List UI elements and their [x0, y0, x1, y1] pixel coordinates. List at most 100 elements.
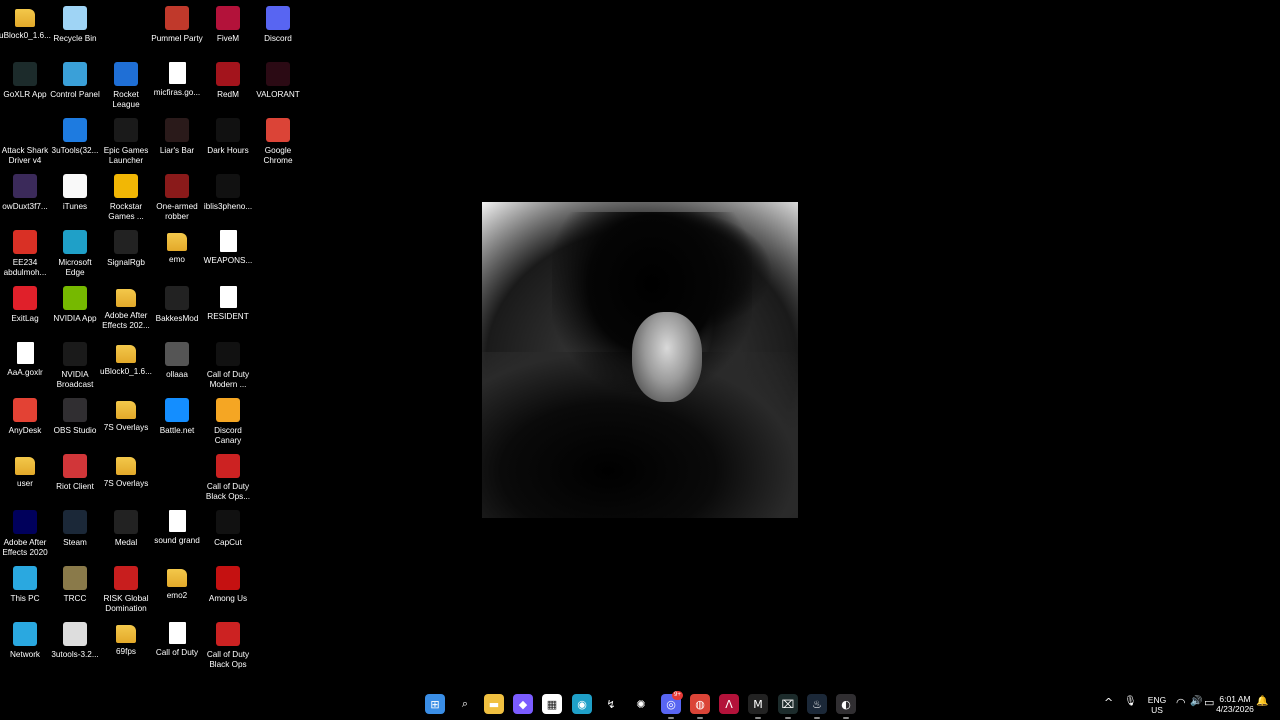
itunes-icon — [63, 174, 87, 198]
desktop-icon[interactable]: This PC — [0, 563, 50, 617]
obs-taskbar-icon[interactable]: ◐ — [836, 694, 856, 719]
desktop-icon[interactable]: Call of Duty — [152, 619, 202, 673]
desktop-icon[interactable]: 7S Overlays — [101, 395, 151, 449]
desktop-icon[interactable]: RedM — [203, 59, 253, 113]
start-button[interactable]: ⊞ — [425, 694, 445, 714]
desktop-icon[interactable]: Control Panel — [50, 59, 100, 113]
folder-icon — [116, 457, 136, 475]
edge-taskbar-icon[interactable]: ◉ — [572, 694, 592, 714]
ai-chat-icon[interactable]: ✺ — [631, 694, 651, 714]
desktop-icon[interactable]: FiveM — [203, 3, 253, 57]
desktop-icon[interactable]: Steam — [50, 507, 100, 561]
desktop-icon[interactable]: 7S Overlays — [101, 451, 151, 505]
file-icon — [16, 342, 34, 364]
desktop-icon[interactable]: NVIDIA Broadcast — [50, 339, 100, 393]
desktop-icon[interactable]: 3utools-3.2... — [50, 619, 100, 673]
desktop-icon[interactable]: emo2 — [152, 563, 202, 617]
desktop-icon-label: 69fps — [115, 647, 137, 656]
microphone-icon[interactable]: 🎙 — [1124, 696, 1137, 707]
taskbar: ^ 🎙 ENG US ◠ 🔊 ▭ 6:01 AM 4/23/2026 🔔 ⊞ ⌕ ▬… — [0, 688, 1280, 720]
desktop-icon[interactable]: Adobe After Effects 2020 — [0, 507, 50, 561]
desktop-icon[interactable]: VALORANT — [253, 59, 303, 113]
desktop-icon[interactable]: sound grand — [152, 507, 202, 561]
desktop-icon[interactable]: Among Us — [203, 563, 253, 617]
desktop-icon[interactable]: Pummel Party — [151, 3, 203, 57]
desktop-icon[interactable]: Dark Hours — [203, 115, 253, 169]
lasso-icon[interactable]: ↯ — [601, 694, 621, 714]
microsoft-store-icon[interactable]: ▦ — [542, 694, 562, 714]
desktop-icon[interactable]: GoXLR App — [0, 59, 50, 113]
desktop-icon-label: RESIDENT — [207, 312, 249, 321]
language-indicator[interactable]: ENG US — [1146, 695, 1168, 715]
medal-taskbar-icon[interactable]: M — [748, 694, 768, 719]
desktop-icon-label: TRCC — [63, 594, 87, 603]
desktop-icon[interactable]: TRCC — [50, 563, 100, 617]
desktop-icon[interactable]: Call of Duty Modern ... — [203, 339, 253, 393]
desktop-icon[interactable]: NVIDIA App — [50, 283, 100, 337]
desktop-icon[interactable]: RESIDENT — [203, 283, 253, 337]
desktop-icon[interactable]: Call of Duty Black Ops... — [203, 451, 253, 505]
wallpaper-image — [482, 202, 798, 518]
desktop-icon[interactable]: Microsoft Edge — [50, 227, 100, 281]
desktop-icon[interactable]: WEAPONS... — [203, 227, 253, 281]
notification-icon[interactable]: 🔔 — [1256, 696, 1268, 707]
desktop-icon[interactable]: AnyDesk — [0, 395, 50, 449]
desktop-icon-label: Rockstar Games ... — [108, 202, 144, 221]
attack-shark-icon — [13, 118, 37, 142]
desktop-icon[interactable]: 3uTools(32... — [50, 115, 100, 169]
clock[interactable]: 6:01 AM 4/23/2026 — [1210, 694, 1260, 714]
desktop-icon[interactable]: RISK Global Domination — [101, 563, 151, 617]
desktop-icon[interactable]: Medal — [101, 507, 151, 561]
desktop-icon[interactable]: Rocket League — [101, 59, 151, 113]
desktop-icon[interactable]: Call of Duty Black Ops — [203, 619, 253, 673]
wifi-icon[interactable]: ◠ — [1176, 696, 1186, 709]
desktop-icon[interactable]: iTunes — [50, 171, 100, 225]
desktop-icon[interactable]: AaA.goxlr — [0, 339, 50, 393]
desktop-icon[interactable]: micfiras.go... — [152, 59, 202, 113]
tray-chevron-icon[interactable]: ^ — [1104, 696, 1113, 709]
goxlr-taskbar-icon[interactable]: ⌧ — [778, 694, 798, 719]
desktop-icon[interactable]: 69fps — [101, 619, 151, 673]
desktop-icon[interactable]: emo — [152, 227, 202, 281]
desktop-icon[interactable]: SignalRgb — [101, 227, 151, 281]
desktop-icon[interactable]: BakkesMod — [152, 283, 202, 337]
desktop-icon[interactable]: EE234 abdulmoh... — [0, 227, 50, 281]
volume-icon[interactable]: 🔊 — [1190, 696, 1202, 707]
desktop-icon[interactable]: Battle.net — [152, 395, 202, 449]
desktop-icon[interactable]: Attack Shark Driver v4 — [0, 115, 50, 169]
desktop-icon-label: uBlock0_1.6... — [100, 367, 152, 376]
desktop-icon[interactable]: Google Chrome — [253, 115, 303, 169]
steam-taskbar-icon[interactable]: ♨ — [807, 694, 827, 719]
desktop-icon[interactable]: Discord — [253, 3, 303, 57]
chrome-taskbar-icon[interactable]: ◍ — [690, 694, 710, 719]
liars-bar-icon — [165, 118, 189, 142]
fivem-taskbar-icon[interactable]: Λ — [719, 694, 739, 714]
desktop-icon[interactable]: Riot Client — [50, 451, 100, 505]
desktop-icon[interactable]: One-armed robber — [152, 171, 202, 225]
desktop-icon-label: emo — [169, 255, 185, 264]
desktop-icon[interactable]: CapCut — [203, 507, 253, 561]
file-explorer-icon[interactable]: ▬ — [484, 694, 504, 714]
riot-client-icon — [63, 454, 87, 478]
nvidia-broadcast-icon — [63, 342, 87, 366]
desktop-icon-label: ExitLag — [11, 314, 39, 323]
desktop-icon[interactable]: iblis3pheno... — [203, 171, 253, 225]
desktop-icon[interactable]: Network — [0, 619, 50, 673]
desktop-icon[interactable]: Epic Games Launcher — [101, 115, 151, 169]
desktop-icon[interactable]: Rockstar Games ... — [101, 171, 151, 225]
desktop-icon[interactable]: ExitLag — [0, 283, 50, 337]
desktop-icon[interactable]: uBlock0_1.6... — [100, 339, 152, 393]
desktop-icon[interactable]: Discord Canary — [203, 395, 253, 449]
copilot-icon[interactable]: ◆ — [513, 694, 533, 714]
desktop-icon[interactable]: Adobe After Effects 202... — [101, 283, 151, 337]
search-icon[interactable]: ⌕ — [455, 694, 475, 714]
desktop-icon[interactable]: OBS Studio — [50, 395, 100, 449]
desktop-icon[interactable]: owDuxt3f7... — [0, 171, 50, 225]
desktop-icon[interactable]: user — [0, 451, 50, 505]
desktop-icon[interactable]: uBlock0_1.6... — [0, 3, 51, 57]
desktop-icon[interactable]: Recycle Bin — [50, 3, 100, 57]
desktop-icon-label: micfiras.go... — [153, 88, 201, 97]
desktop-icon[interactable]: ollaaa — [152, 339, 202, 393]
chrome-icon — [266, 118, 290, 142]
desktop-icon[interactable]: Liar's Bar — [152, 115, 202, 169]
